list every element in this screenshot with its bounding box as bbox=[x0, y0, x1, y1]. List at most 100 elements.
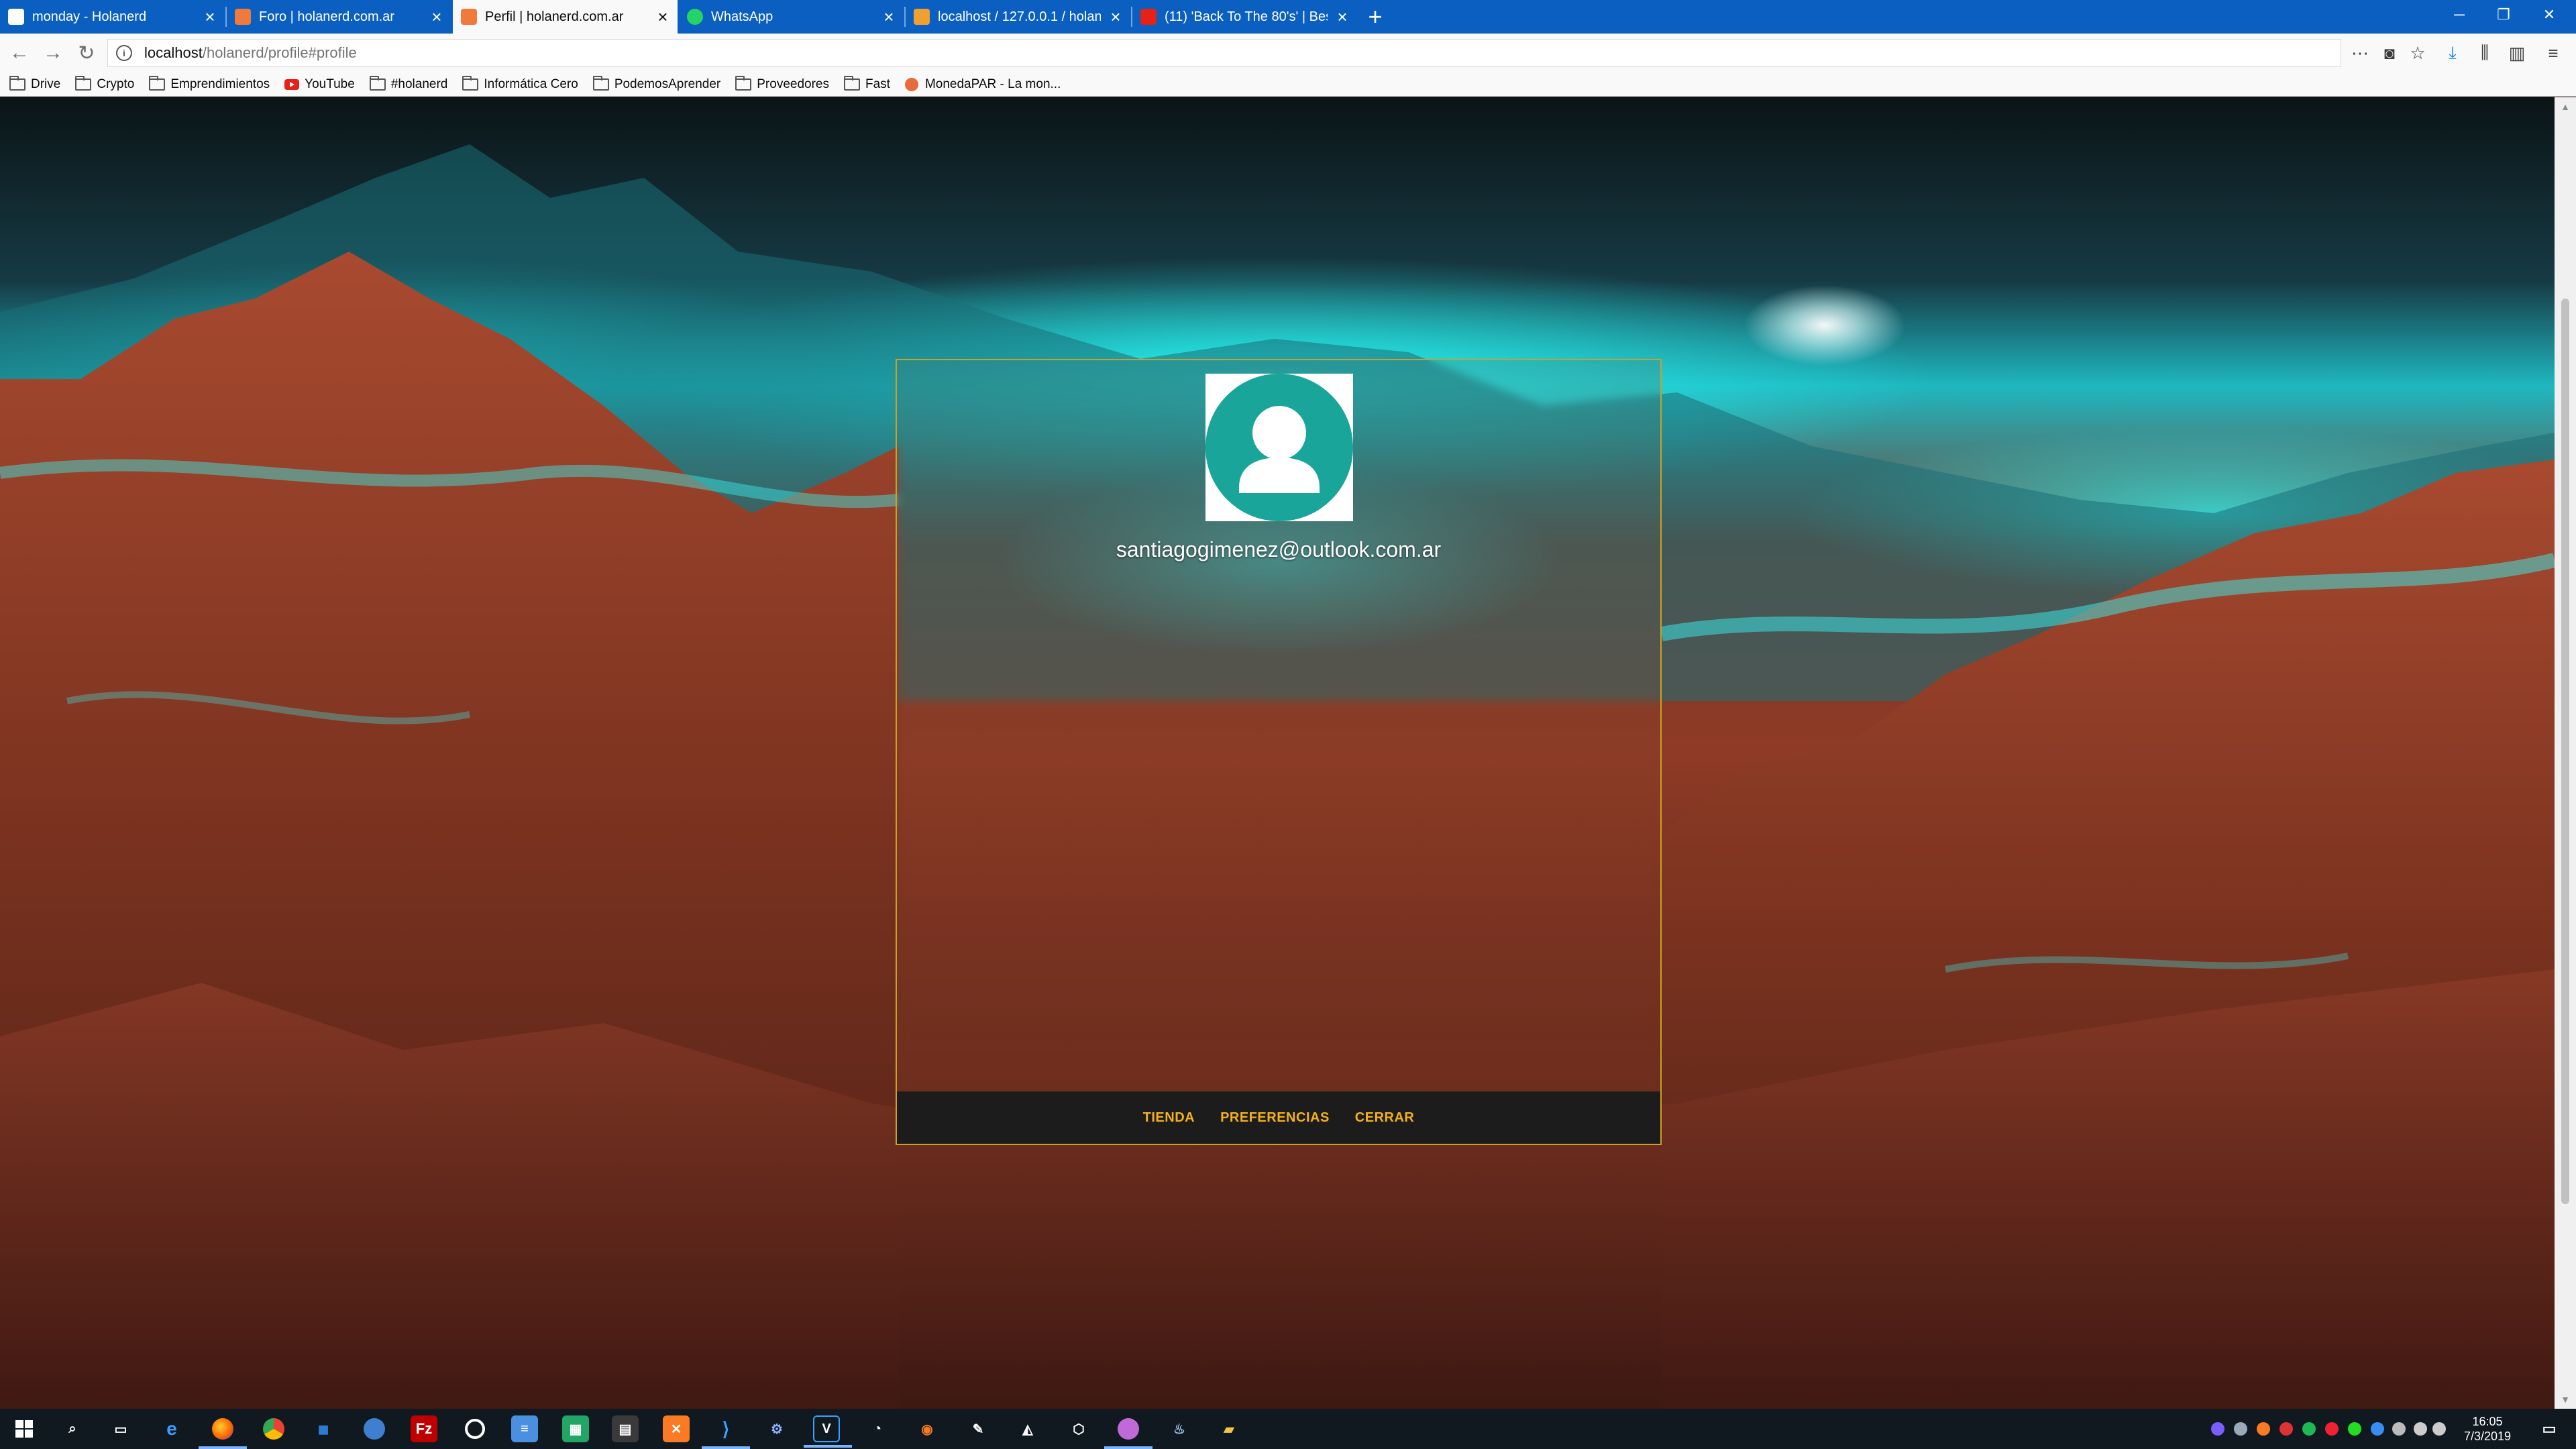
bookmark-monedapar[interactable]: MonedaPAR - La mon... bbox=[904, 77, 1061, 92]
volume-icon[interactable] bbox=[2432, 1422, 2446, 1436]
qbittorrent-icon[interactable] bbox=[361, 1415, 388, 1442]
sidebar-icon[interactable]: ▥ bbox=[2502, 39, 2532, 67]
tab-monday[interactable]: monday - Holanerd × bbox=[0, 0, 225, 34]
bookmark-emprendimientos[interactable]: Emprendimientos bbox=[149, 75, 270, 92]
inkscape-icon[interactable]: ◭ bbox=[1014, 1415, 1041, 1442]
tray-app-icon[interactable] bbox=[2348, 1422, 2361, 1436]
settings-icon[interactable]: ⚙ bbox=[763, 1415, 790, 1442]
close-icon[interactable]: × bbox=[1101, 7, 1130, 28]
vim-icon[interactable]: V bbox=[804, 1415, 852, 1448]
xampp-icon[interactable]: ✕ bbox=[663, 1415, 690, 1442]
close-icon[interactable]: × bbox=[648, 7, 678, 28]
bookmark-proveedores[interactable]: Proveedores bbox=[735, 75, 829, 92]
tab-whatsapp[interactable]: WhatsApp × bbox=[679, 0, 904, 34]
tab-title: Foro | holanerd.com.ar bbox=[259, 9, 394, 24]
info-icon[interactable]: i bbox=[116, 45, 132, 61]
close-window-icon[interactable]: ✕ bbox=[2522, 0, 2576, 30]
edge-icon[interactable]: e bbox=[158, 1415, 185, 1442]
pocket-icon[interactable]: ◙ bbox=[2375, 39, 2404, 67]
back-icon[interactable]: ← bbox=[5, 39, 34, 67]
avatar-circle bbox=[1205, 374, 1353, 521]
bookmark-star-icon[interactable]: ☆ bbox=[2403, 39, 2432, 67]
sheets-icon[interactable]: ▦ bbox=[562, 1415, 589, 1442]
clock-date: 7/3/2019 bbox=[2463, 1430, 2512, 1443]
tray-app-icon[interactable] bbox=[2325, 1422, 2339, 1436]
github-icon[interactable] bbox=[1104, 1415, 1152, 1449]
notifications-icon[interactable]: ▭ bbox=[2536, 1415, 2563, 1442]
library-icon[interactable]: ⫼ bbox=[2470, 39, 2500, 67]
filezilla-icon[interactable]: Fz bbox=[411, 1415, 437, 1442]
bookmark-drive[interactable]: Drive bbox=[9, 75, 60, 92]
bookmark-crypto[interactable]: Crypto bbox=[75, 75, 134, 92]
tab-perfil[interactable]: Perfil | holanerd.com.ar × bbox=[453, 0, 678, 34]
navigation-toolbar: ← → ↻ i localhost/holanerd/profile#profi… bbox=[0, 34, 2576, 72]
blender-icon[interactable]: ◉ bbox=[914, 1415, 941, 1442]
reload-icon[interactable]: ↻ bbox=[72, 39, 101, 67]
folder-icon bbox=[592, 75, 609, 91]
clock-time: 16:05 bbox=[2472, 1415, 2503, 1428]
scrollbar-thumb[interactable] bbox=[2561, 299, 2569, 1204]
gimp-icon[interactable]: ✎ bbox=[965, 1415, 991, 1442]
tab-title: localhost / 127.0.0.1 / holanerd bbox=[938, 9, 1101, 24]
task-view-icon[interactable]: ▭ bbox=[107, 1415, 134, 1442]
url-host: localhost bbox=[144, 44, 203, 61]
holanerd-icon bbox=[235, 9, 251, 25]
bookmark-label: Fast bbox=[865, 76, 890, 91]
unity-icon[interactable]: ◔ bbox=[864, 1415, 891, 1442]
tray-app-icon[interactable] bbox=[2279, 1422, 2293, 1436]
tab-phpmyadmin[interactable]: localhost / 127.0.0.1 / holanerd × bbox=[906, 0, 1130, 34]
whatsapp-icon bbox=[687, 9, 703, 25]
forward-icon[interactable]: → bbox=[39, 39, 67, 67]
tab-bar: monday - Holanerd × Foro | holanerd.com.… bbox=[0, 0, 2576, 34]
explorer-icon[interactable]: ▰ bbox=[1216, 1415, 1242, 1442]
avatar bbox=[1205, 374, 1353, 521]
tray-app-icon[interactable] bbox=[2392, 1422, 2406, 1436]
scroll-down-icon[interactable]: ▼ bbox=[2555, 1390, 2576, 1409]
close-icon[interactable]: × bbox=[195, 7, 225, 28]
download-icon[interactable]: ⤓ bbox=[2438, 39, 2467, 67]
box-icon[interactable]: ⬡ bbox=[1065, 1415, 1092, 1442]
tab-youtube[interactable]: (11) 'Back To The 80's' | Best of × bbox=[1132, 0, 1357, 34]
new-tab-button[interactable]: + bbox=[1358, 0, 1392, 34]
scroll-up-icon[interactable]: ▲ bbox=[2555, 97, 2576, 116]
chrome-icon[interactable] bbox=[260, 1415, 287, 1442]
holanerd-icon bbox=[461, 9, 477, 25]
bluetooth-icon[interactable] bbox=[2371, 1422, 2384, 1436]
tab-title: monday - Holanerd bbox=[32, 9, 147, 24]
xampp-tray-icon[interactable] bbox=[2257, 1422, 2270, 1436]
windows-start-icon[interactable] bbox=[11, 1415, 38, 1442]
bookmark-holanerd[interactable]: #holanerd bbox=[369, 75, 447, 92]
search-icon[interactable]: ⌕ bbox=[59, 1415, 86, 1442]
close-icon[interactable]: × bbox=[422, 7, 451, 28]
menu-icon[interactable]: ≡ bbox=[2538, 39, 2568, 67]
system-clock[interactable]: 16:05 7/3/2019 bbox=[2447, 1414, 2528, 1444]
page-scrollbar[interactable]: ▲ ▼ bbox=[2555, 97, 2576, 1409]
tab-foro[interactable]: Foro | holanerd.com.ar × bbox=[227, 0, 451, 34]
steam-icon[interactable]: ♨ bbox=[1166, 1415, 1193, 1442]
bookmark-label: PodemosAprender bbox=[614, 76, 721, 91]
notepad-icon[interactable]: ≡ bbox=[511, 1415, 538, 1442]
close-icon[interactable]: × bbox=[1328, 7, 1357, 28]
tray-app-icon[interactable] bbox=[2211, 1422, 2224, 1436]
wifi-icon[interactable] bbox=[2414, 1422, 2427, 1436]
cerrar-link[interactable]: CERRAR bbox=[1355, 1110, 1415, 1126]
firefox-icon[interactable] bbox=[199, 1415, 247, 1449]
bookmark-fast[interactable]: Fast bbox=[843, 75, 890, 92]
bookmark-youtube[interactable]: YouTube bbox=[284, 77, 355, 92]
user-icon bbox=[1239, 406, 1320, 493]
vscode-icon[interactable]: ⟩ bbox=[702, 1415, 750, 1449]
bookmark-informatica-cero[interactable]: Informática Cero bbox=[462, 75, 578, 92]
bookmark-podemosaprender[interactable]: PodemosAprender bbox=[592, 75, 721, 92]
bookmark-label: YouTube bbox=[305, 76, 355, 91]
page-actions-icon[interactable]: ⋯ bbox=[2345, 39, 2375, 67]
tray-app-icon[interactable] bbox=[2234, 1422, 2247, 1436]
tienda-link[interactable]: TIENDA bbox=[1143, 1110, 1195, 1126]
close-icon[interactable]: × bbox=[874, 7, 904, 28]
obs-icon[interactable] bbox=[462, 1415, 488, 1442]
outlook-icon[interactable]: ◼ bbox=[310, 1415, 337, 1442]
tray-app-icon[interactable] bbox=[2302, 1422, 2316, 1436]
preferencias-link[interactable]: PREFERENCIAS bbox=[1220, 1110, 1330, 1126]
address-bar[interactable]: i localhost/holanerd/profile#profile bbox=[107, 39, 2341, 67]
calculator-icon[interactable]: ▤ bbox=[612, 1415, 639, 1442]
url-path: /holanerd/profile#profile bbox=[202, 44, 357, 61]
